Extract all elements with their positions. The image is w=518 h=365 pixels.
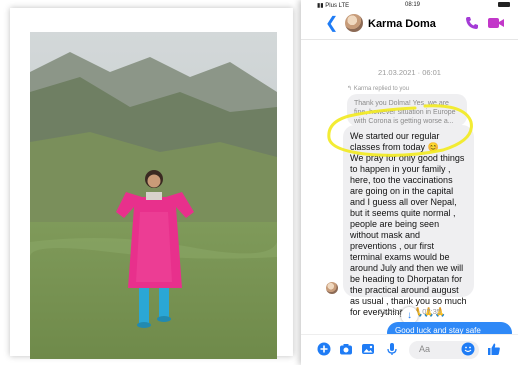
battery-icon	[498, 2, 510, 7]
quoted-message-bubble[interactable]: Thank you Dolma! Yes, we are fine, howev…	[347, 94, 467, 126]
contact-name[interactable]: Karma Doma	[368, 18, 436, 30]
sender-avatar	[326, 282, 338, 294]
message-text-line-2: We pray for only good things to happen i…	[350, 153, 467, 317]
composer-bar: Aa	[301, 334, 518, 365]
photo-girl-pink-raincoat	[30, 32, 277, 359]
landscape-photo	[30, 32, 277, 359]
chat-header: ❮ Karma Doma	[301, 10, 518, 40]
plus-icon[interactable]	[317, 342, 331, 356]
status-bar: ▮▮ Plus LTE 08:19	[301, 0, 518, 10]
emoji-icon[interactable]	[461, 342, 475, 356]
back-icon[interactable]: ❮	[325, 16, 338, 32]
message-text-line-1: We started our regular classes from toda…	[350, 131, 440, 152]
image-icon[interactable]	[361, 342, 375, 356]
message-timestamp: 21.03.2021 · 06:01	[378, 68, 441, 77]
carrier-label: ▮▮ Plus LTE	[317, 3, 350, 9]
page: ▮▮ Plus LTE 08:19 ❮ Karma Doma 21.03.202…	[0, 0, 518, 365]
incoming-message-bubble[interactable]: We started our regular classes from toda…	[343, 125, 474, 317]
microphone-icon[interactable]	[385, 342, 399, 356]
contact-avatar[interactable]	[345, 14, 363, 32]
call-icon[interactable]	[465, 16, 479, 30]
thumbs-up-icon[interactable]	[487, 342, 501, 356]
reply-note: ↰ Karma replied to you	[347, 86, 410, 92]
messenger-screenshot: ▮▮ Plus LTE 08:19 ❮ Karma Doma 21.03.202…	[301, 0, 518, 365]
photo-card	[10, 8, 293, 359]
video-icon[interactable]	[487, 16, 505, 30]
camera-icon[interactable]	[339, 342, 353, 356]
status-time: 08:19	[405, 2, 421, 8]
